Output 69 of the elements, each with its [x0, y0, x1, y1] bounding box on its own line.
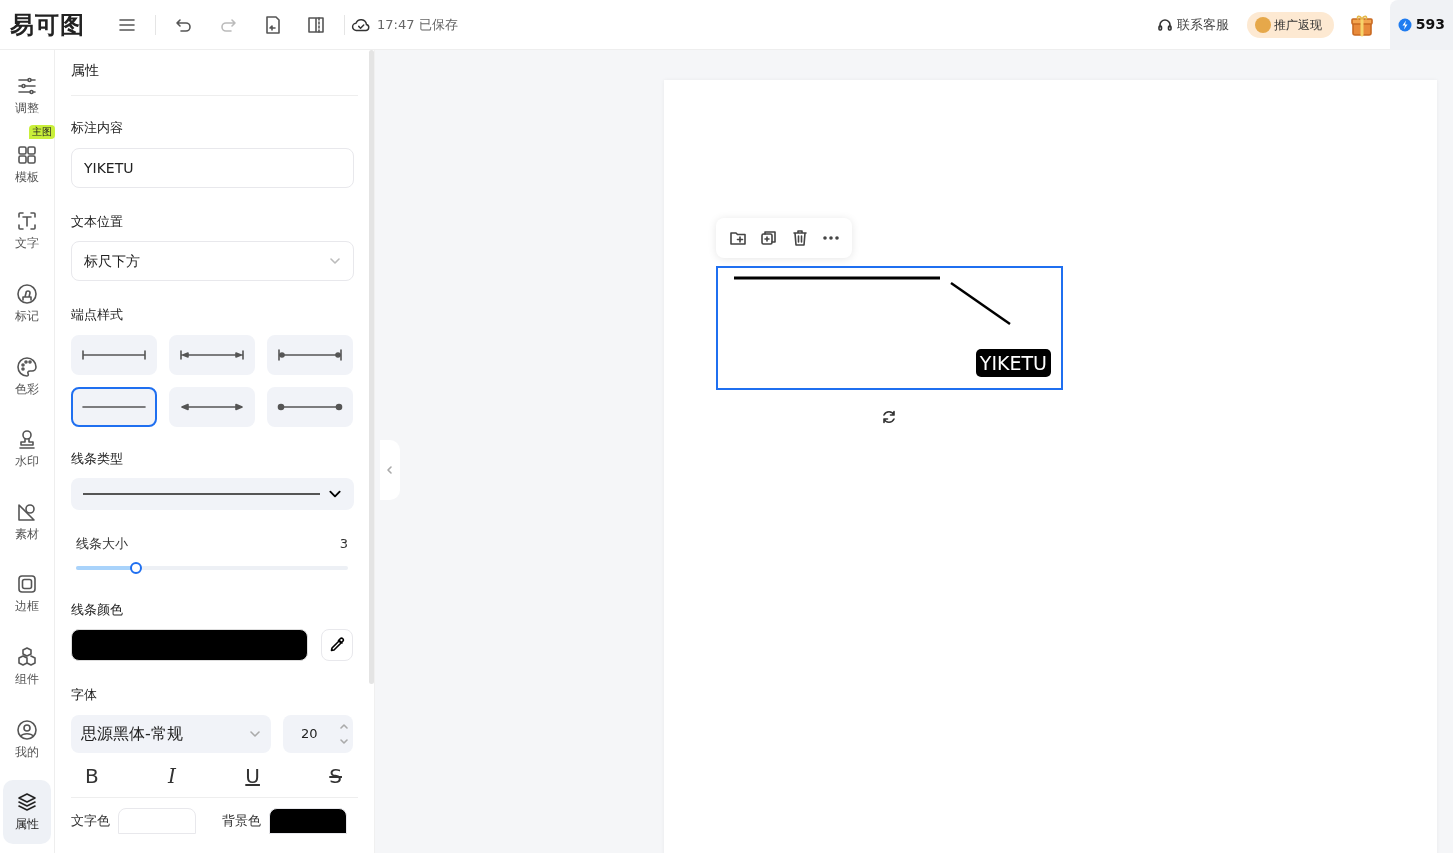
field-label: 端点样式	[71, 306, 124, 324]
field-label: 字体	[71, 686, 98, 704]
position-select[interactable]: 标尺下方	[71, 241, 354, 281]
save-status: 17:47 已保存	[377, 15, 458, 34]
cubes-icon	[16, 645, 38, 668]
stepper-arrows-icon	[339, 721, 349, 746]
lightning-icon	[1397, 17, 1412, 32]
badge-tag: 主图	[29, 124, 55, 139]
field-label: 线条类型	[71, 449, 124, 468]
strike-button[interactable]: S	[325, 764, 346, 787]
logo[interactable]: 易可图	[10, 12, 85, 37]
sidebar-item[interactable]: 文字	[3, 199, 51, 264]
size-value: 3	[339, 535, 348, 553]
slider-thumb[interactable]	[129, 561, 142, 574]
promo-button[interactable]: 推广返现	[1246, 11, 1334, 38]
chevron-left-icon	[385, 465, 395, 475]
sidebar-item[interactable]: 标记	[3, 272, 51, 336]
add-to-folder-icon[interactable]	[728, 229, 747, 247]
background-color-swatch[interactable]	[269, 807, 347, 834]
field-label: 文字色	[71, 811, 110, 830]
headset-icon	[1156, 16, 1173, 33]
sidebar-item[interactable]: 我的	[3, 707, 51, 772]
text-input[interactable]: YIKETU	[71, 147, 354, 188]
field-label: 文本位置	[71, 212, 124, 231]
sidebar-item[interactable]: 组件	[3, 635, 51, 699]
support-link[interactable]: 联系客服	[1176, 14, 1229, 35]
credit-count: 593	[1415, 15, 1445, 34]
palette-icon	[16, 355, 38, 378]
line-endpoint-icon	[277, 348, 343, 361]
font-select[interactable]: 思源黑体-常规	[71, 714, 271, 753]
field-label: 标注内容	[71, 119, 124, 137]
grid-icon	[16, 143, 38, 166]
delete-icon[interactable]	[790, 229, 809, 247]
line-endpoint-icon	[179, 348, 245, 361]
sidebar-item[interactable]: 边框	[3, 562, 51, 627]
coin-icon	[1254, 17, 1271, 33]
annotation-label[interactable]: YIKETU	[975, 349, 1051, 377]
sidebar-item[interactable]: 色彩	[3, 344, 51, 409]
scrollbar[interactable]	[369, 50, 374, 684]
font-size-value: 20	[301, 724, 318, 743]
sidebar-item[interactable]: 模板	[3, 138, 51, 191]
bold-button[interactable]: B	[81, 764, 103, 787]
selection-box[interactable]: YIKETU	[716, 266, 1063, 390]
stamp-icon	[16, 283, 38, 305]
field-label: 线条颜色	[71, 600, 124, 619]
layers-icon	[16, 791, 38, 814]
frame-icon	[16, 573, 38, 596]
eyedropper-icon	[329, 637, 345, 653]
user-icon	[16, 718, 38, 741]
underline-button[interactable]: U	[241, 764, 264, 787]
eyedropper-button[interactable]	[321, 629, 353, 661]
font-size-stepper[interactable]: 20	[283, 714, 353, 753]
duplicate-icon[interactable]	[759, 229, 778, 247]
rotate-icon[interactable]	[881, 409, 897, 425]
text-icon	[16, 210, 38, 233]
chevron-down-icon	[329, 255, 341, 267]
sidebar-item[interactable]: 素材	[3, 489, 51, 554]
solid-line-icon	[83, 493, 320, 495]
field-label: 背景色	[222, 811, 261, 830]
line-endpoint-icon	[81, 348, 147, 361]
panel-title: 属性	[71, 50, 358, 96]
line-type-select[interactable]	[71, 478, 354, 510]
endpoint-option[interactable]	[71, 386, 157, 427]
credits-badge[interactable]: 593	[1389, 0, 1453, 50]
sidebar-item[interactable]: 属性	[3, 780, 51, 844]
italic-button[interactable]: I	[164, 764, 180, 787]
sidebar-item[interactable]: 水印	[3, 417, 51, 481]
field-label: 线条大小	[76, 535, 128, 553]
color-swatch[interactable]	[71, 629, 308, 661]
